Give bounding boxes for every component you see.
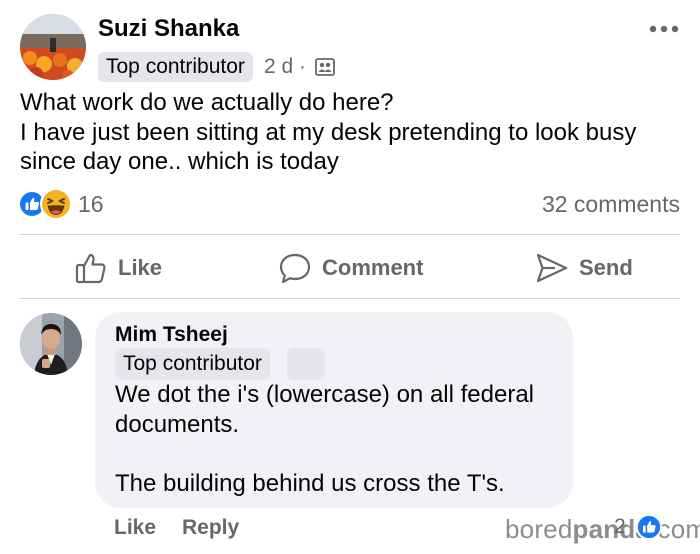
like-button-label: Like xyxy=(118,255,163,280)
post-text-line: since day one.. which is today xyxy=(20,148,339,175)
post-author-name[interactable]: Suzi Shanka xyxy=(98,15,239,43)
group-audience-icon xyxy=(315,58,335,76)
thumbs-up-icon xyxy=(75,253,106,284)
comment-button-label: Comment xyxy=(322,255,424,280)
comment-author-name[interactable]: Mim Tsheej xyxy=(115,323,228,347)
boredpanda-watermark: boredpanda.com xyxy=(505,514,700,545)
like-reaction-icon[interactable] xyxy=(636,514,662,540)
post-text-line: What work do we actually do here? xyxy=(20,89,394,116)
comment-like-button[interactable]: Like xyxy=(114,516,156,540)
post-timestamp[interactable]: 2 d · xyxy=(264,52,306,82)
top-contributor-badge: Top contributor xyxy=(115,348,270,380)
post-text-line: I have just been sitting at my desk pret… xyxy=(20,118,637,146)
send-button-label: Send xyxy=(579,255,633,280)
speech-bubble-icon xyxy=(279,253,311,284)
comment-reply-button[interactable]: Reply xyxy=(182,516,239,540)
watermark-part: bored xyxy=(505,514,573,544)
more-options-icon[interactable] xyxy=(648,22,680,36)
comment-count[interactable]: 32 comments xyxy=(542,191,680,218)
post-author-avatar[interactable] xyxy=(20,14,86,80)
like-button[interactable]: Like xyxy=(74,248,162,288)
comment-body: We dot the i's (lowercase) on all federa… xyxy=(115,380,565,498)
haha-reaction-icon xyxy=(40,188,72,220)
comment-reaction-count[interactable]: 2 xyxy=(614,515,626,539)
post-body: What work do we actually do here? I have… xyxy=(20,88,690,177)
send-button[interactable]: Send xyxy=(535,248,633,288)
comment-author-avatar[interactable] xyxy=(20,313,82,375)
comment-button[interactable]: Comment xyxy=(278,248,423,288)
reaction-count[interactable]: 16 xyxy=(78,191,104,218)
send-arrow-icon xyxy=(536,253,568,283)
divider xyxy=(20,234,680,235)
comment-text-line xyxy=(115,439,565,469)
comment-text-line: The building behind us cross the T's. xyxy=(115,469,505,497)
top-contributor-badge: Top contributor xyxy=(98,52,253,82)
comment-text-line: documents. xyxy=(115,410,240,438)
divider xyxy=(20,298,680,299)
comment-text-line: We dot the i's (lowercase) on all federa… xyxy=(115,381,535,408)
secondary-badge xyxy=(287,348,325,380)
